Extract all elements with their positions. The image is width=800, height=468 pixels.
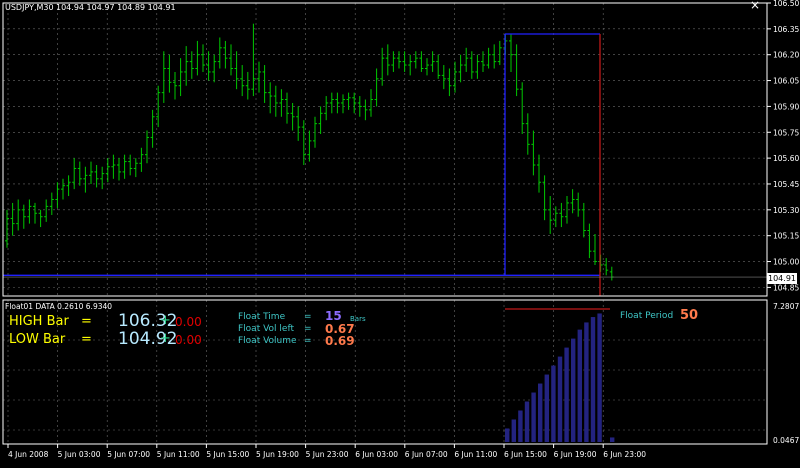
axes-layer: 106.50 106.35 106.20 106.05 105.90 105.75 105.… — [2, 0, 799, 459]
price-axis-label: 105.90 — [773, 102, 799, 111]
time-axis-label: 4 Jun 2008 — [8, 450, 49, 459]
indicator-axis-top: 7.2807 — [773, 302, 799, 311]
histogram-bar — [518, 410, 523, 442]
time-axis-label: 6 Jun 07:00 — [405, 450, 448, 459]
histogram-bar — [531, 392, 536, 442]
time-axis-label: 5 Jun 15:00 — [206, 450, 249, 459]
price-axis-label: 106.20 — [773, 51, 799, 60]
histogram-bar — [577, 329, 582, 442]
price-axis-label: 106.05 — [773, 77, 799, 86]
low-bar-delta: 0.00 — [175, 333, 202, 347]
float-vol-left-label: Float Vol left — [238, 324, 294, 334]
high-bar-label: HIGH Bar — [9, 314, 69, 329]
float-period-label: Float Period — [620, 311, 674, 321]
chart-title: USDJPY,M30 — [5, 3, 54, 12]
selection-overlay — [3, 33, 767, 310]
price-axis-label: 105.30 — [773, 206, 799, 215]
histogram-bar — [557, 356, 563, 442]
time-axis-label: 6 Jun 03:00 — [355, 450, 398, 459]
histogram-bar — [597, 313, 602, 442]
price-axis-label: 106.50 — [773, 0, 799, 8]
close-icon[interactable]: × — [750, 0, 760, 12]
histogram-bar — [511, 419, 516, 442]
price-axis-label: 105.60 — [773, 154, 799, 163]
chart-window[interactable]: 106.50 106.35 106.20 106.05 105.90 105.75 105.… — [0, 0, 800, 464]
histogram-bar — [505, 428, 510, 442]
time-axis-label: 5 Jun 23:00 — [306, 450, 349, 459]
histogram-layer — [505, 313, 615, 442]
current-price-tag: 104.91 — [767, 273, 797, 284]
high-bar-plus: + — [160, 313, 171, 328]
indicator-title: Float01 DATA 0.2610 6.9340 — [5, 302, 112, 311]
time-axis-label: 5 Jun 03:00 — [58, 450, 101, 459]
time-axis-label: 5 Jun 07:00 — [107, 450, 150, 459]
ohlc-readout: 104.94 104.97 104.89 104.91 — [56, 3, 176, 12]
float-time-value: 15 — [325, 309, 342, 323]
float-volume-equals: = — [304, 336, 312, 346]
histogram-bar — [584, 322, 589, 442]
float-volume-label: Float Volume — [238, 336, 297, 346]
histogram-bar — [564, 347, 569, 442]
high-bar-equals: = — [81, 314, 92, 329]
price-pane-frame — [2, 2, 768, 297]
indicator-axis-bottom: 0.0467 — [773, 436, 799, 445]
histogram-bar — [571, 338, 576, 442]
price-axis-label: 105.15 — [773, 232, 799, 241]
float-volume-value: 0.69 — [325, 334, 355, 348]
histogram-bar — [590, 317, 596, 442]
histogram-bar — [538, 383, 543, 442]
float-time-label: Float Time — [238, 312, 286, 322]
time-axis-label: 5 Jun 11:00 — [157, 450, 200, 459]
time-axis-label: 6 Jun 19:00 — [554, 450, 597, 459]
high-bar-delta: 0.00 — [175, 315, 202, 329]
histogram-bar — [524, 401, 530, 442]
low-bar-plus: + — [160, 331, 171, 346]
time-axis-label: 5 Jun 19:00 — [256, 450, 299, 459]
price-chart-canvas[interactable]: 106.50 106.35 106.20 106.05 105.90 105.75 105.… — [0, 0, 800, 464]
time-axis-label: 6 Jun 15:00 — [504, 450, 547, 459]
price-axis-label: 106.35 — [773, 25, 799, 34]
grid-lines — [3, 3, 767, 444]
price-axis-label: 105.75 — [773, 128, 799, 137]
histogram-bar — [610, 437, 615, 442]
price-axis-label: 104.85 — [773, 283, 799, 292]
histogram-bar — [544, 374, 549, 442]
price-axis-label: 105.00 — [773, 258, 799, 267]
low-bar-equals: = — [81, 332, 92, 347]
candles-layer — [5, 23, 614, 281]
price-axis-label: 105.45 — [773, 180, 799, 189]
float-period-value: 50 — [680, 308, 699, 323]
histogram-bar — [551, 365, 556, 442]
float-time-equals: = — [304, 312, 312, 322]
low-bar-label: LOW Bar — [9, 332, 66, 347]
time-axis-label: 6 Jun 23:00 — [603, 450, 646, 459]
time-axis-label: 6 Jun 11:00 — [454, 450, 497, 459]
float-vol-left-equals: = — [304, 324, 312, 334]
